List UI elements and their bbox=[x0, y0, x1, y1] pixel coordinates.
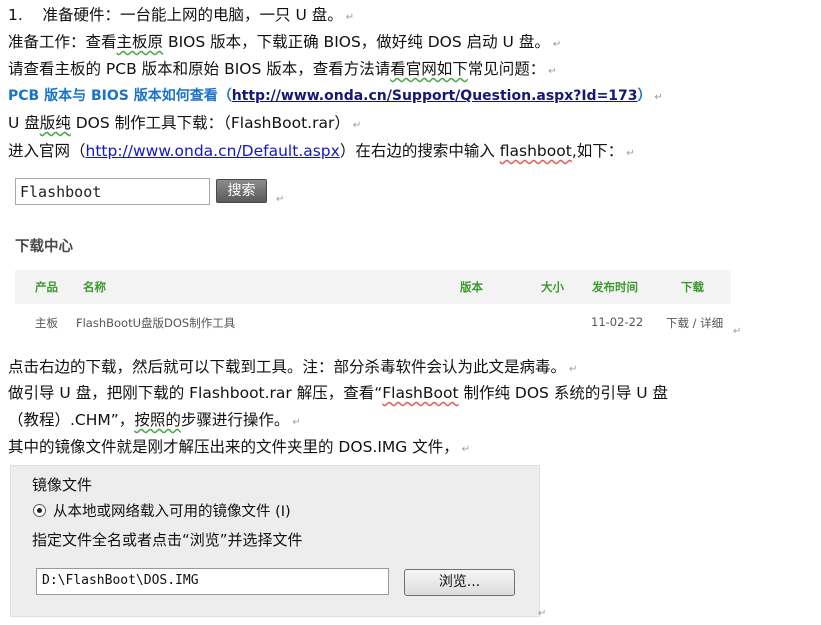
paragraph-mark-icon: ↵ bbox=[352, 120, 362, 131]
path-hint: 指定文件全名或者点击“浏览”并选择文件 bbox=[32, 531, 303, 549]
cell-product: 主板 bbox=[35, 316, 58, 330]
paragraph-mark-icon: ↵ bbox=[461, 444, 471, 455]
download-center-title: 下载中心 bbox=[15, 239, 73, 255]
faq-title: PCB 版本与 BIOS 版本如何查看 bbox=[8, 88, 218, 104]
grammar-flag-text: 版纯 bbox=[39, 114, 71, 132]
download-table-header: 产品 名称 版本 大小 发布时间 下载 bbox=[15, 270, 731, 304]
load-image-radio-label[interactable]: 从本地或网络载入可用的镜像文件 (I) bbox=[53, 500, 291, 521]
grammar-flag-text: 主板原 bbox=[116, 33, 164, 51]
cell-date: 11-02-22 bbox=[591, 315, 644, 329]
paragraph-mark-icon: ↵ bbox=[292, 417, 301, 428]
line-text: 做引导 U 盘，把刚下载的 Flashboot.rar 解压，查看“ bbox=[8, 384, 383, 402]
spell-flag-text: FlashBoot bbox=[382, 384, 459, 402]
line-text: 进入官网（ bbox=[8, 142, 86, 160]
column-header-download: 下载 bbox=[681, 280, 704, 294]
line-text: DOS 制作工具下载：（FlashBoot.rar） bbox=[70, 114, 350, 132]
panel-title: 镜像文件 bbox=[32, 476, 93, 494]
line-text: ,如下： bbox=[571, 142, 624, 160]
cell-download-link[interactable]: 下载 / 详细 bbox=[666, 315, 723, 331]
paragraph-mark-icon: ↵ bbox=[345, 12, 355, 23]
grammar-flag-text: 按照的 bbox=[134, 411, 181, 429]
faq-link[interactable]: http://www.onda.cn/Support/Question.aspx… bbox=[232, 88, 638, 104]
doc-line-9: （教程）.CHM”，按照的步骤进行操作。 ↵ bbox=[8, 409, 301, 434]
cell-name[interactable]: FlashBootU盘版DOS制作工具 bbox=[76, 315, 235, 331]
search-input[interactable]: Flashboot bbox=[15, 178, 210, 205]
paren: ） bbox=[637, 88, 652, 104]
doc-line-1: 1. 准备硬件：一台能上网的电脑，一只 U 盘。 ↵ bbox=[8, 4, 354, 29]
paragraph-mark-icon: ↵ bbox=[654, 92, 663, 103]
line-text: 步骤进行操作。 bbox=[180, 411, 290, 429]
official-site-link[interactable]: http://www.onda.cn/Default.aspx bbox=[86, 142, 340, 160]
paragraph-mark-icon: ↵ bbox=[569, 364, 578, 375]
paren: （ bbox=[217, 88, 232, 104]
step-number: 1. bbox=[8, 6, 23, 24]
line-text: 常见问题： bbox=[467, 60, 546, 78]
column-header-size: 大小 bbox=[541, 280, 564, 294]
line-text: 准备硬件：一台能上网的电脑，一只 U 盘。 bbox=[42, 6, 343, 24]
doc-line-8: 做引导 U 盘，把刚下载的 Flashboot.rar 解压，查看“FlashB… bbox=[8, 382, 668, 404]
paragraph-mark-icon: ↵ bbox=[548, 66, 557, 77]
column-header-date: 发布时间 bbox=[592, 280, 638, 294]
line-text: 请查看主板的 PCB 版本和原始 BIOS 版本，查看方法请 bbox=[8, 60, 391, 78]
doc-line-7: 点击右边的下载，然后就可以下载到工具。注：部分杀毒软件会认为此文是病毒。 ↵ bbox=[8, 356, 577, 381]
line-text: 其中的镜像文件就是刚才解压出来的文件夹里的 DOS.IMG 文件， bbox=[8, 438, 459, 456]
paragraph-mark-icon: ↵ bbox=[552, 39, 562, 50]
line-text: U 盘 bbox=[8, 114, 40, 132]
load-image-radio[interactable] bbox=[33, 504, 46, 517]
line-text: 准备工作：查看 bbox=[8, 33, 117, 51]
paragraph-mark-icon: ↵ bbox=[733, 326, 742, 337]
paragraph-mark-icon: ↵ bbox=[626, 148, 635, 159]
line-text: （教程）.CHM”， bbox=[8, 411, 135, 429]
grammar-flag-text: 看官网如下 bbox=[390, 60, 468, 78]
line-text: 制作纯 DOS 系统的引导 U 盘 bbox=[458, 384, 669, 402]
line-text: 点击右边的下载，然后就可以下载到工具。注：部分杀毒软件会认为此文是病毒。 bbox=[8, 358, 567, 376]
browse-button[interactable]: 浏览... bbox=[404, 569, 515, 596]
spell-flag-text: flashboot bbox=[499, 142, 572, 160]
line-text: BIOS 版本，下载正确 BIOS，做好纯 DOS 启动 U 盘。 bbox=[163, 33, 550, 51]
doc-line-5: U 盘版纯 DOS 制作工具下载：（FlashBoot.rar） ↵ bbox=[8, 112, 361, 137]
search-button[interactable]: 搜索 bbox=[216, 179, 267, 203]
column-header-product: 产品 bbox=[35, 280, 58, 294]
doc-line-6: 进入官网（http://www.onda.cn/Default.aspx）在右边… bbox=[8, 140, 635, 165]
doc-line-4: PCB 版本与 BIOS 版本如何查看（http://www.onda.cn/S… bbox=[8, 85, 663, 109]
paragraph-mark-icon: ↵ bbox=[538, 608, 547, 619]
doc-line-2: 准备工作：查看主板原 BIOS 版本，下载正确 BIOS，做好纯 DOS 启动 … bbox=[8, 31, 561, 56]
column-header-name: 名称 bbox=[83, 280, 106, 294]
doc-line-10: 其中的镜像文件就是刚才解压出来的文件夹里的 DOS.IMG 文件， ↵ bbox=[8, 436, 470, 461]
doc-line-3: 请查看主板的 PCB 版本和原始 BIOS 版本，查看方法请看官网如下常见问题：… bbox=[8, 58, 557, 83]
line-text: ）在右边的搜索中输入 bbox=[339, 142, 500, 160]
column-header-version: 版本 bbox=[460, 280, 483, 294]
image-path-input[interactable]: D:\FlashBoot\DOS.IMG bbox=[36, 568, 389, 595]
paragraph-mark-icon: ↵ bbox=[276, 194, 285, 205]
